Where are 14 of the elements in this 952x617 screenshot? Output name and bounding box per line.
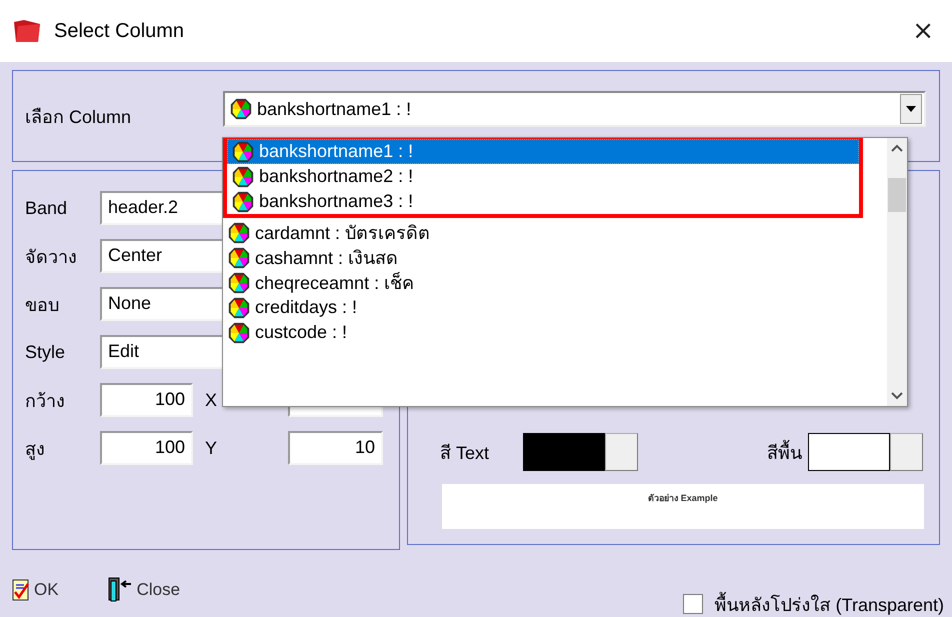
checkbox-label: พื้นหลังโปร่งใส (Transparent) [714,590,944,617]
field-label: ขอบ [25,294,60,316]
field-label: จัดวาง [25,246,78,268]
field-label: Y [205,438,218,458]
field-label: X [205,390,218,410]
field-label: Band [25,198,68,218]
field-label: สีพื้น [767,438,802,466]
field-label: สูง [25,438,46,462]
field-label: กว้าง [25,390,66,412]
field-label: สี Text [440,442,490,464]
field-label: Style [25,342,66,362]
field-label: เลือก Column [25,106,132,128]
text-preview: ตัวอย่าง Example [442,484,924,529]
window-title: Select Column [54,20,186,42]
